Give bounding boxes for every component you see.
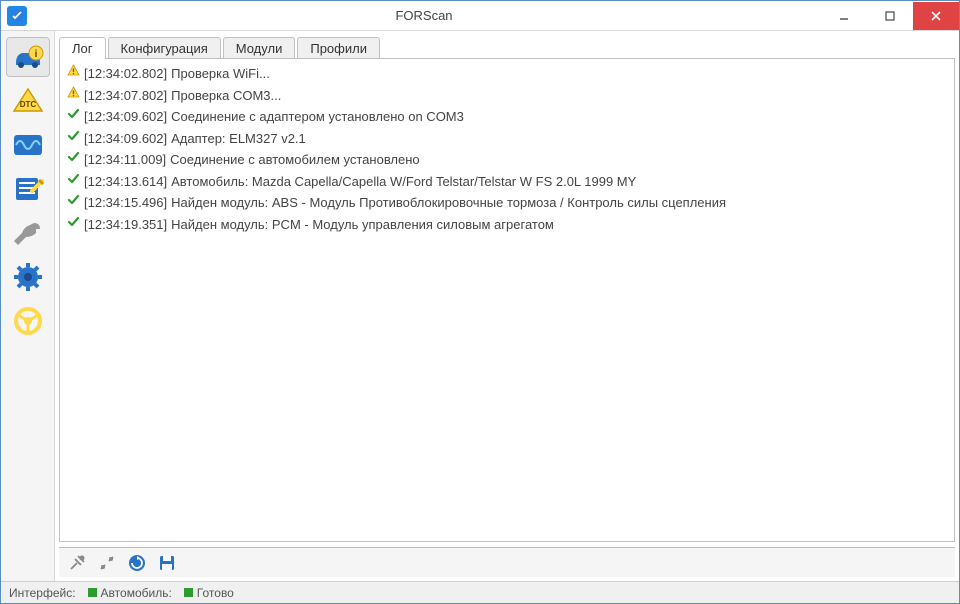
tab-config[interactable]: Конфигурация: [108, 37, 221, 59]
log-line: [12:34:19.351] Найден модуль: PCM - Моду…: [66, 214, 948, 236]
window-title: FORScan: [27, 8, 821, 23]
log-line: [12:34:11.009] Соединение с автомобилем …: [66, 149, 948, 171]
status-ready-label: Готово: [197, 586, 234, 600]
refresh-button[interactable]: [125, 551, 149, 575]
status-vehicle-label: Автомобиль:: [101, 586, 172, 600]
log-timestamp: [12:34:07.802]: [84, 86, 167, 106]
app-icon: [7, 6, 27, 26]
log-line: [12:34:15.496] Найден модуль: ABS - Моду…: [66, 192, 948, 214]
check-icon: [66, 129, 80, 142]
warning-icon: [66, 64, 80, 77]
sidebar-steering-wheel[interactable]: [6, 301, 50, 341]
log-text: Адаптер: ELM327 v2.1: [171, 129, 306, 149]
svg-text:i: i: [34, 49, 37, 60]
log-line: [12:34:07.802] Проверка COM3...: [66, 85, 948, 107]
log-timestamp: [12:34:15.496]: [84, 193, 167, 213]
maximize-button[interactable]: [867, 2, 913, 30]
sidebar-dtc[interactable]: DTC: [6, 81, 50, 121]
log-text: Найден модуль: PCM - Модуль управления с…: [171, 215, 554, 235]
log-timestamp: [12:34:09.602]: [84, 129, 167, 149]
status-interface-label: Интерфейс:: [9, 586, 76, 600]
check-icon: [66, 107, 80, 120]
log-timestamp: [12:34:02.802]: [84, 64, 167, 84]
save-button[interactable]: [155, 551, 179, 575]
log-text: Найден модуль: ABS - Модуль Противоблоки…: [171, 193, 726, 213]
sidebar-checklist[interactable]: [6, 169, 50, 209]
log-line: [12:34:09.602] Адаптер: ELM327 v2.1: [66, 128, 948, 150]
svg-text:DTC: DTC: [19, 100, 36, 109]
log-text: Проверка WiFi...: [171, 64, 270, 84]
log-text: Автомобиль: Mazda Capella/Capella W/Ford…: [171, 172, 636, 192]
tab-profiles[interactable]: Профили: [297, 37, 380, 59]
log-text: Соединение с адаптером установлено on CO…: [171, 107, 464, 127]
status-vehicle-indicator: [88, 588, 97, 597]
check-icon: [66, 150, 80, 163]
sidebar-oscilloscope[interactable]: [6, 125, 50, 165]
log-timestamp: [12:34:11.009]: [84, 150, 166, 170]
bottom-toolbar: [59, 547, 955, 577]
log-line: [12:34:13.614] Автомобиль: Mazda Capella…: [66, 171, 948, 193]
tab-modules[interactable]: Модули: [223, 37, 296, 59]
check-icon: [66, 215, 80, 228]
log-line: [12:34:09.602] Соединение с адаптером ус…: [66, 106, 948, 128]
tab-log[interactable]: Лог: [59, 37, 106, 59]
log-text: Проверка COM3...: [171, 86, 281, 106]
log-text: Соединение с автомобилем установлено: [170, 150, 419, 170]
log-timestamp: [12:34:19.351]: [84, 215, 167, 235]
sidebar-car-info[interactable]: i: [6, 37, 50, 77]
disconnect-button[interactable]: [95, 551, 119, 575]
warning-icon: [66, 86, 80, 99]
statusbar: Интерфейс: Автомобиль: Готово: [1, 581, 959, 603]
check-icon: [66, 193, 80, 206]
close-button[interactable]: [913, 2, 959, 30]
tabs-bar: Лог Конфигурация Модули Профили: [55, 37, 959, 59]
log-area: [12:34:02.802] Проверка WiFi...[12:34:07…: [59, 58, 955, 542]
minimize-button[interactable]: [821, 2, 867, 30]
sidebar-wrench[interactable]: [6, 213, 50, 253]
connect-button[interactable]: [65, 551, 89, 575]
log-timestamp: [12:34:13.614]: [84, 172, 167, 192]
titlebar: FORScan: [1, 1, 959, 31]
sidebar-gear[interactable]: [6, 257, 50, 297]
status-ready-indicator: [184, 588, 193, 597]
sidebar: i DTC: [1, 31, 55, 581]
log-timestamp: [12:34:09.602]: [84, 107, 167, 127]
log-line: [12:34:02.802] Проверка WiFi...: [66, 63, 948, 85]
check-icon: [66, 172, 80, 185]
